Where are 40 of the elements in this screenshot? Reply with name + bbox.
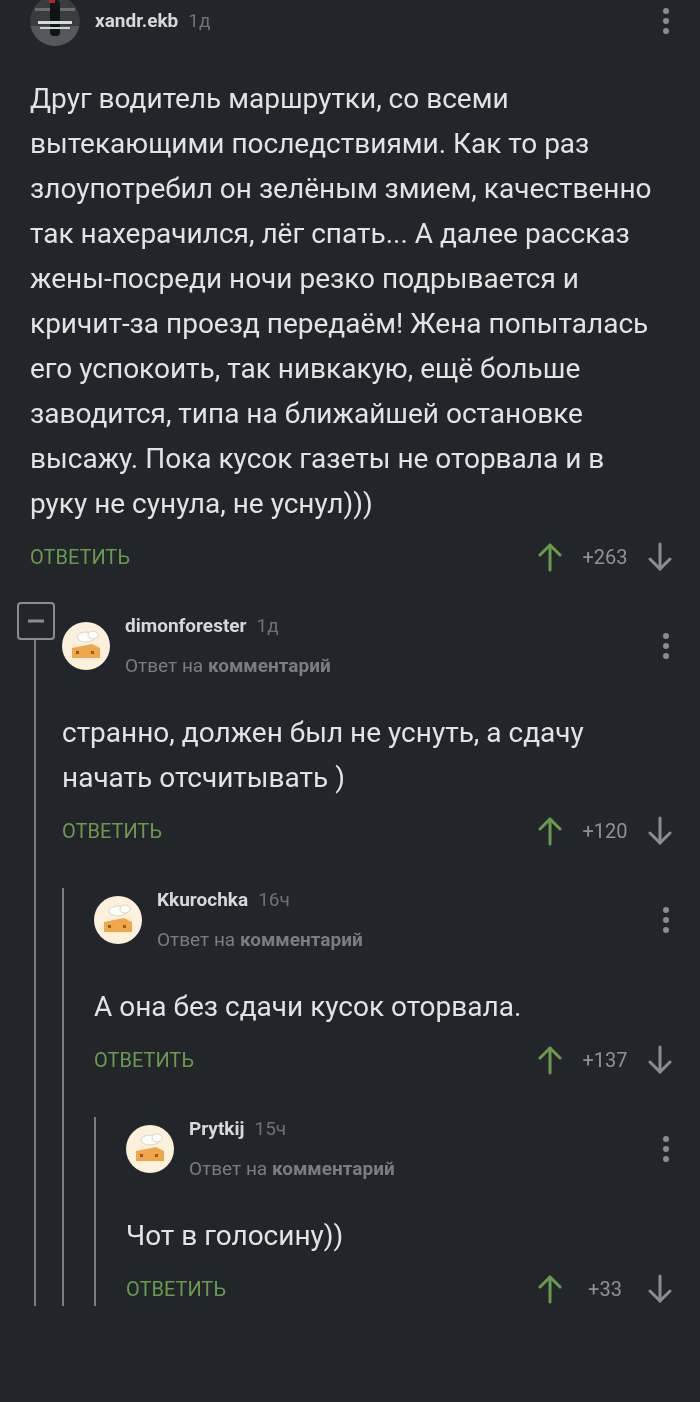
comment-time: 1д [256,612,279,639]
more-icon[interactable] [662,7,670,35]
comment-time: 16ч [258,886,290,913]
reply-to-text[interactable]: Ответ на комментарий [189,1155,647,1184]
downvote-icon[interactable] [648,542,672,572]
more-icon[interactable] [662,1135,670,1163]
avatar-icon [94,896,142,944]
comment-score: +263 [581,544,629,571]
comment-text: Чот в голосину)) [126,1218,345,1254]
more-icon[interactable] [662,906,670,934]
comment-time: 1д [188,7,211,34]
comment-score: +120 [581,818,629,845]
comment-text: А она без сдачи кусок оторвала. [94,989,523,1025]
comment-text: странно, должен был не уснуть, а сдачу начать отсчитывать ) [62,715,585,796]
upvote-icon[interactable] [538,1274,562,1304]
comment-score: +137 [581,1047,629,1074]
comment-time: 15ч [254,1115,287,1142]
reply-to-text[interactable]: Ответ на комментарий [157,926,647,955]
username[interactable]: Kkurochka [157,885,249,914]
reply-button[interactable]: ОТВЕТИТЬ [94,1045,538,1075]
reply-to-text[interactable]: Ответ на комментарий [125,652,647,681]
reply-button[interactable]: ОТВЕТИТЬ [30,542,538,572]
downvote-icon[interactable] [648,816,672,846]
minus-icon [27,619,45,623]
more-icon[interactable] [662,632,670,660]
upvote-icon[interactable] [538,816,562,846]
username[interactable]: Prytkij [189,1114,245,1143]
collapse-button[interactable] [17,602,55,640]
comment-text: Друг водитель маршрутки, со всеми вытекающими последствиями. Как то раз злоупотребил он зелёным змием, качественно так нахерачился, лёг спать... А далее рассказ жены-посреди ночи резко подрывается и кричит-за проезд передаём! Жена попыталась его успокоить, так нивкакую, ещё больше заводится, типа на ближайшей остановке высажу. Пока кусок газеты не оторвала и в руку не сунула, не уснул))) [30,81,653,522]
username[interactable]: dimonforester [125,611,247,640]
avatar-icon [62,622,110,670]
upvote-icon[interactable] [538,1045,562,1075]
downvote-icon[interactable] [648,1045,672,1075]
comment-score: +33 [587,1276,623,1303]
reply-button[interactable]: ОТВЕТИТЬ [62,816,538,846]
avatar-icon [126,1125,174,1173]
reply-button[interactable]: ОТВЕТИТЬ [126,1274,538,1304]
downvote-icon[interactable] [648,1274,672,1304]
username[interactable]: xandr.ekb [95,6,179,36]
upvote-icon[interactable] [538,542,562,572]
